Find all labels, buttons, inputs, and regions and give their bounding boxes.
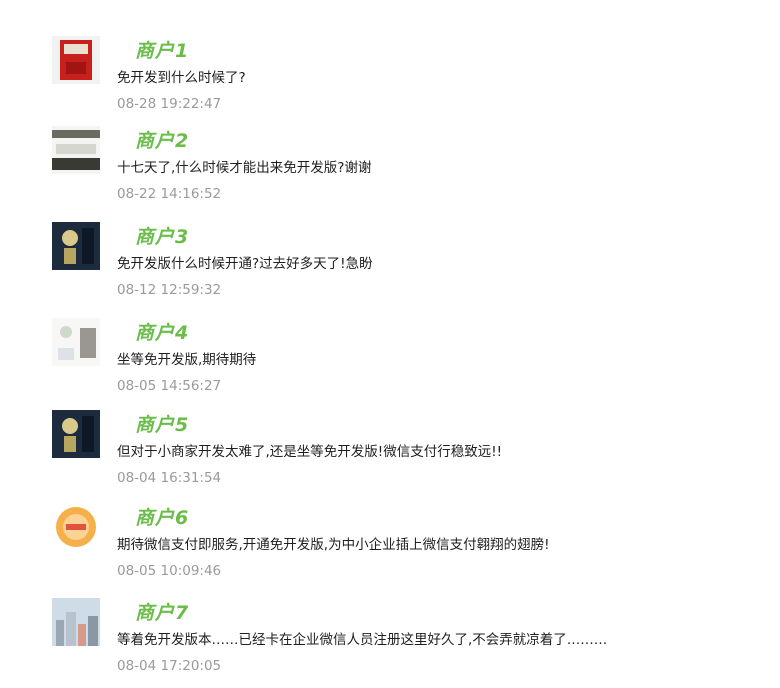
- comment-item: 商户1 免开发到什么时候了? 08-28 19:22:47: [0, 36, 780, 126]
- comment-text: 十七天了,什么时候才能出来免开发版?谢谢: [117, 160, 372, 176]
- merchant-name[interactable]: 商户4: [135, 318, 189, 345]
- comment-text: 免开发到什么时候了?: [117, 70, 246, 86]
- red-box-avatar-icon[interactable]: [52, 36, 100, 84]
- comment-text: 期待微信支付即服务,开通免开发版,为中小企业插上微信支付翱翔的翅膀!: [117, 537, 550, 553]
- comment-timestamp: 08-04 16:31:54: [117, 470, 222, 486]
- comment-item: 商户4 坐等免开发版,期待期待 08-05 14:56:27: [0, 318, 780, 408]
- merchant-name[interactable]: 商户2: [135, 126, 189, 153]
- merchant-name[interactable]: 商户3: [135, 222, 189, 249]
- comment-item: 商户6 期待微信支付即服务,开通免开发版,为中小企业插上微信支付翱翔的翅膀! 0…: [0, 503, 780, 593]
- comment-text: 免开发版什么时候开通?过去好多天了!急盼: [117, 256, 373, 272]
- merchant-name[interactable]: 商户7: [135, 598, 189, 625]
- comment-timestamp: 08-04 17:20:05: [117, 658, 222, 674]
- merchant-name[interactable]: 商户6: [135, 503, 189, 530]
- comment-timestamp: 08-28 19:22:47: [117, 96, 222, 112]
- night-figure-avatar-icon[interactable]: [52, 410, 100, 458]
- comment-text: 坐等免开发版,期待期待: [117, 352, 257, 368]
- merchant-name[interactable]: 商户5: [135, 410, 189, 437]
- comment-text: 等着免开发版本……已经卡在企业微信人员注册这里好久了,不会弄就凉着了………: [117, 632, 608, 648]
- sketch-avatar-icon[interactable]: [52, 318, 100, 366]
- comment-timestamp: 08-22 14:16:52: [117, 186, 222, 202]
- round-logo-avatar-icon[interactable]: [52, 503, 100, 551]
- night-figure-avatar-icon[interactable]: [52, 222, 100, 270]
- merchant-name[interactable]: 商户1: [135, 36, 189, 63]
- comment-timestamp: 08-05 14:56:27: [117, 378, 222, 394]
- city-photo-avatar-icon[interactable]: [52, 598, 100, 646]
- comment-item: 商户2 十七天了,什么时候才能出来免开发版?谢谢 08-22 14:16:52: [0, 126, 780, 216]
- comment-timestamp: 08-12 12:59:32: [117, 282, 222, 298]
- comment-item: 商户3 免开发版什么时候开通?过去好多天了!急盼 08-12 12:59:32: [0, 222, 780, 312]
- comment-item: 商户5 但对于小商家开发太难了,还是坐等免开发版!微信支付行稳致远!! 08-0…: [0, 410, 780, 500]
- comment-timestamp: 08-05 10:09:46: [117, 563, 222, 579]
- landscape-avatar-icon[interactable]: [52, 126, 100, 174]
- comment-item: 商户7 等着免开发版本……已经卡在企业微信人员注册这里好久了,不会弄就凉着了………: [0, 598, 780, 688]
- comment-text: 但对于小商家开发太难了,还是坐等免开发版!微信支付行稳致远!!: [117, 444, 503, 460]
